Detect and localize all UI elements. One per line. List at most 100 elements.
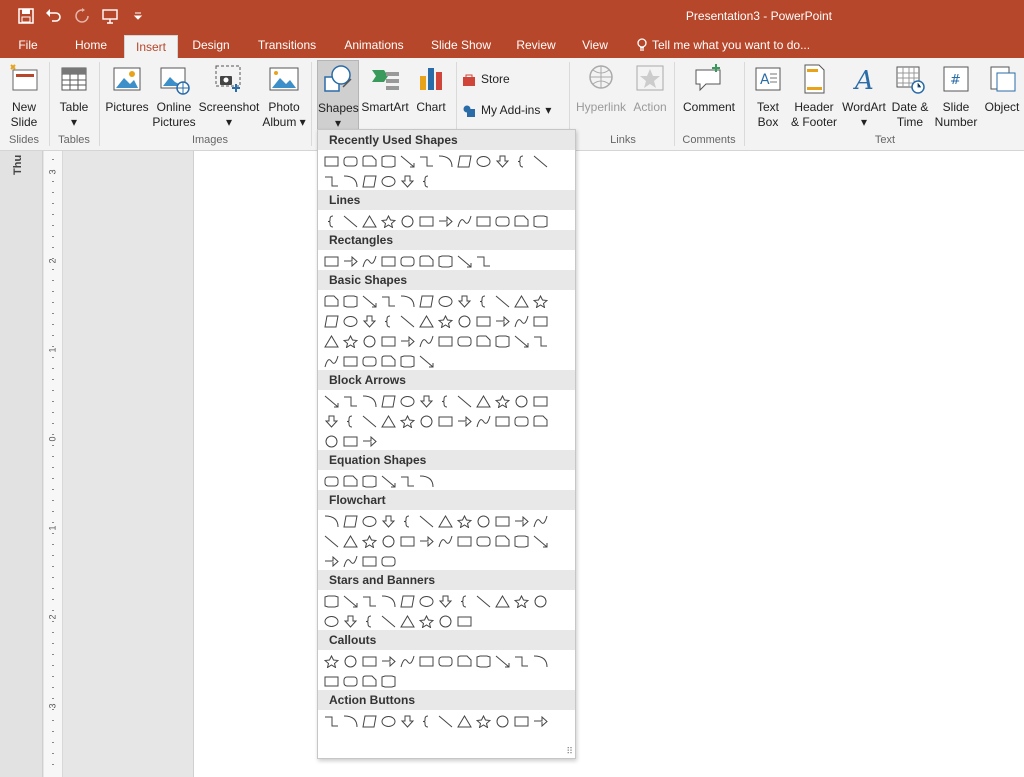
- shape-option-icon[interactable]: [531, 312, 550, 330]
- shape-option-icon[interactable]: [493, 292, 512, 310]
- shape-option-icon[interactable]: [360, 152, 379, 170]
- shape-option-icon[interactable]: [417, 512, 436, 530]
- shape-option-icon[interactable]: [379, 672, 398, 690]
- shape-option-icon[interactable]: [341, 212, 360, 230]
- shape-option-icon[interactable]: [322, 652, 341, 670]
- shape-option-icon[interactable]: [512, 532, 531, 550]
- shape-option-icon[interactable]: [417, 352, 436, 370]
- shape-option-icon[interactable]: [341, 172, 360, 190]
- shape-option-icon[interactable]: [379, 512, 398, 530]
- shape-option-icon[interactable]: [341, 412, 360, 430]
- shape-option-icon[interactable]: [379, 392, 398, 410]
- shape-option-icon[interactable]: [341, 532, 360, 550]
- shape-option-icon[interactable]: [455, 532, 474, 550]
- shape-option-icon[interactable]: [455, 392, 474, 410]
- shape-option-icon[interactable]: [436, 712, 455, 730]
- shape-option-icon[interactable]: [531, 292, 550, 310]
- shape-option-icon[interactable]: [398, 512, 417, 530]
- shape-option-icon[interactable]: [398, 212, 417, 230]
- header-footer-button[interactable]: Header & Footer: [790, 62, 838, 130]
- shape-option-icon[interactable]: [531, 392, 550, 410]
- shape-option-icon[interactable]: [341, 552, 360, 570]
- shape-option-icon[interactable]: [417, 252, 436, 270]
- tab-design[interactable]: Design: [186, 32, 236, 58]
- shape-option-icon[interactable]: [455, 252, 474, 270]
- shape-option-icon[interactable]: [455, 332, 474, 350]
- shape-option-icon[interactable]: [493, 392, 512, 410]
- shape-option-icon[interactable]: [398, 712, 417, 730]
- shape-option-icon[interactable]: [322, 392, 341, 410]
- photo-album-button[interactable]: Photo Album ▾: [262, 62, 306, 130]
- shape-option-icon[interactable]: [455, 152, 474, 170]
- shape-option-icon[interactable]: [474, 252, 493, 270]
- shape-option-icon[interactable]: [379, 532, 398, 550]
- shape-option-icon[interactable]: [474, 212, 493, 230]
- shape-option-icon[interactable]: [360, 612, 379, 630]
- shape-option-icon[interactable]: [322, 412, 341, 430]
- shape-option-icon[interactable]: [360, 552, 379, 570]
- tell-me-box[interactable]: Tell me what you want to do...: [636, 32, 810, 58]
- shape-option-icon[interactable]: [322, 512, 341, 530]
- shape-option-icon[interactable]: [360, 352, 379, 370]
- shape-option-icon[interactable]: [379, 652, 398, 670]
- shape-option-icon[interactable]: [379, 212, 398, 230]
- shape-option-icon[interactable]: [493, 652, 512, 670]
- shape-option-icon[interactable]: [379, 712, 398, 730]
- shape-option-icon[interactable]: [360, 472, 379, 490]
- shape-option-icon[interactable]: [417, 592, 436, 610]
- shape-option-icon[interactable]: [322, 312, 341, 330]
- action-button[interactable]: Action: [630, 62, 670, 115]
- shape-option-icon[interactable]: [512, 392, 531, 410]
- shape-option-icon[interactable]: [398, 332, 417, 350]
- shape-option-icon[interactable]: [379, 412, 398, 430]
- shape-option-icon[interactable]: [436, 392, 455, 410]
- shape-option-icon[interactable]: [341, 332, 360, 350]
- shape-option-icon[interactable]: [360, 712, 379, 730]
- tab-file[interactable]: File: [10, 32, 46, 58]
- shape-option-icon[interactable]: [436, 292, 455, 310]
- shape-option-icon[interactable]: [436, 592, 455, 610]
- tab-transitions[interactable]: Transitions: [250, 32, 324, 58]
- shape-option-icon[interactable]: [417, 712, 436, 730]
- shape-option-icon[interactable]: [360, 252, 379, 270]
- object-button[interactable]: Object: [982, 62, 1022, 115]
- shape-option-icon[interactable]: [531, 212, 550, 230]
- shape-option-icon[interactable]: [474, 292, 493, 310]
- tab-animations[interactable]: Animations: [336, 32, 412, 58]
- shape-option-icon[interactable]: [322, 672, 341, 690]
- shape-option-icon[interactable]: [474, 592, 493, 610]
- shape-option-icon[interactable]: [455, 212, 474, 230]
- shape-option-icon[interactable]: [417, 312, 436, 330]
- shape-option-icon[interactable]: [341, 592, 360, 610]
- shape-option-icon[interactable]: [379, 292, 398, 310]
- shape-option-icon[interactable]: [493, 152, 512, 170]
- undo-icon[interactable]: [40, 0, 68, 32]
- shape-option-icon[interactable]: [455, 412, 474, 430]
- shape-option-icon[interactable]: [360, 652, 379, 670]
- shape-option-icon[interactable]: [360, 532, 379, 550]
- tab-view[interactable]: View: [574, 32, 616, 58]
- shape-option-icon[interactable]: [474, 332, 493, 350]
- shape-option-icon[interactable]: [379, 352, 398, 370]
- shape-option-icon[interactable]: [398, 612, 417, 630]
- shape-option-icon[interactable]: [474, 532, 493, 550]
- shape-option-icon[interactable]: [322, 592, 341, 610]
- tab-insert[interactable]: Insert: [124, 35, 178, 59]
- shape-option-icon[interactable]: [360, 512, 379, 530]
- shape-option-icon[interactable]: [341, 432, 360, 450]
- shape-option-icon[interactable]: [322, 552, 341, 570]
- shape-option-icon[interactable]: [455, 712, 474, 730]
- shape-option-icon[interactable]: [360, 432, 379, 450]
- shape-option-icon[interactable]: [417, 152, 436, 170]
- smartart-button[interactable]: SmartArt: [360, 62, 410, 115]
- customize-icon[interactable]: [124, 0, 152, 32]
- shape-option-icon[interactable]: [531, 512, 550, 530]
- shapes-button[interactable]: Shapes ▾: [317, 60, 359, 132]
- shape-option-icon[interactable]: [512, 152, 531, 170]
- shape-option-icon[interactable]: [436, 512, 455, 530]
- shape-option-icon[interactable]: [341, 612, 360, 630]
- shape-option-icon[interactable]: [474, 392, 493, 410]
- shape-option-icon[interactable]: [322, 332, 341, 350]
- shape-option-icon[interactable]: [455, 312, 474, 330]
- shape-option-icon[interactable]: [398, 172, 417, 190]
